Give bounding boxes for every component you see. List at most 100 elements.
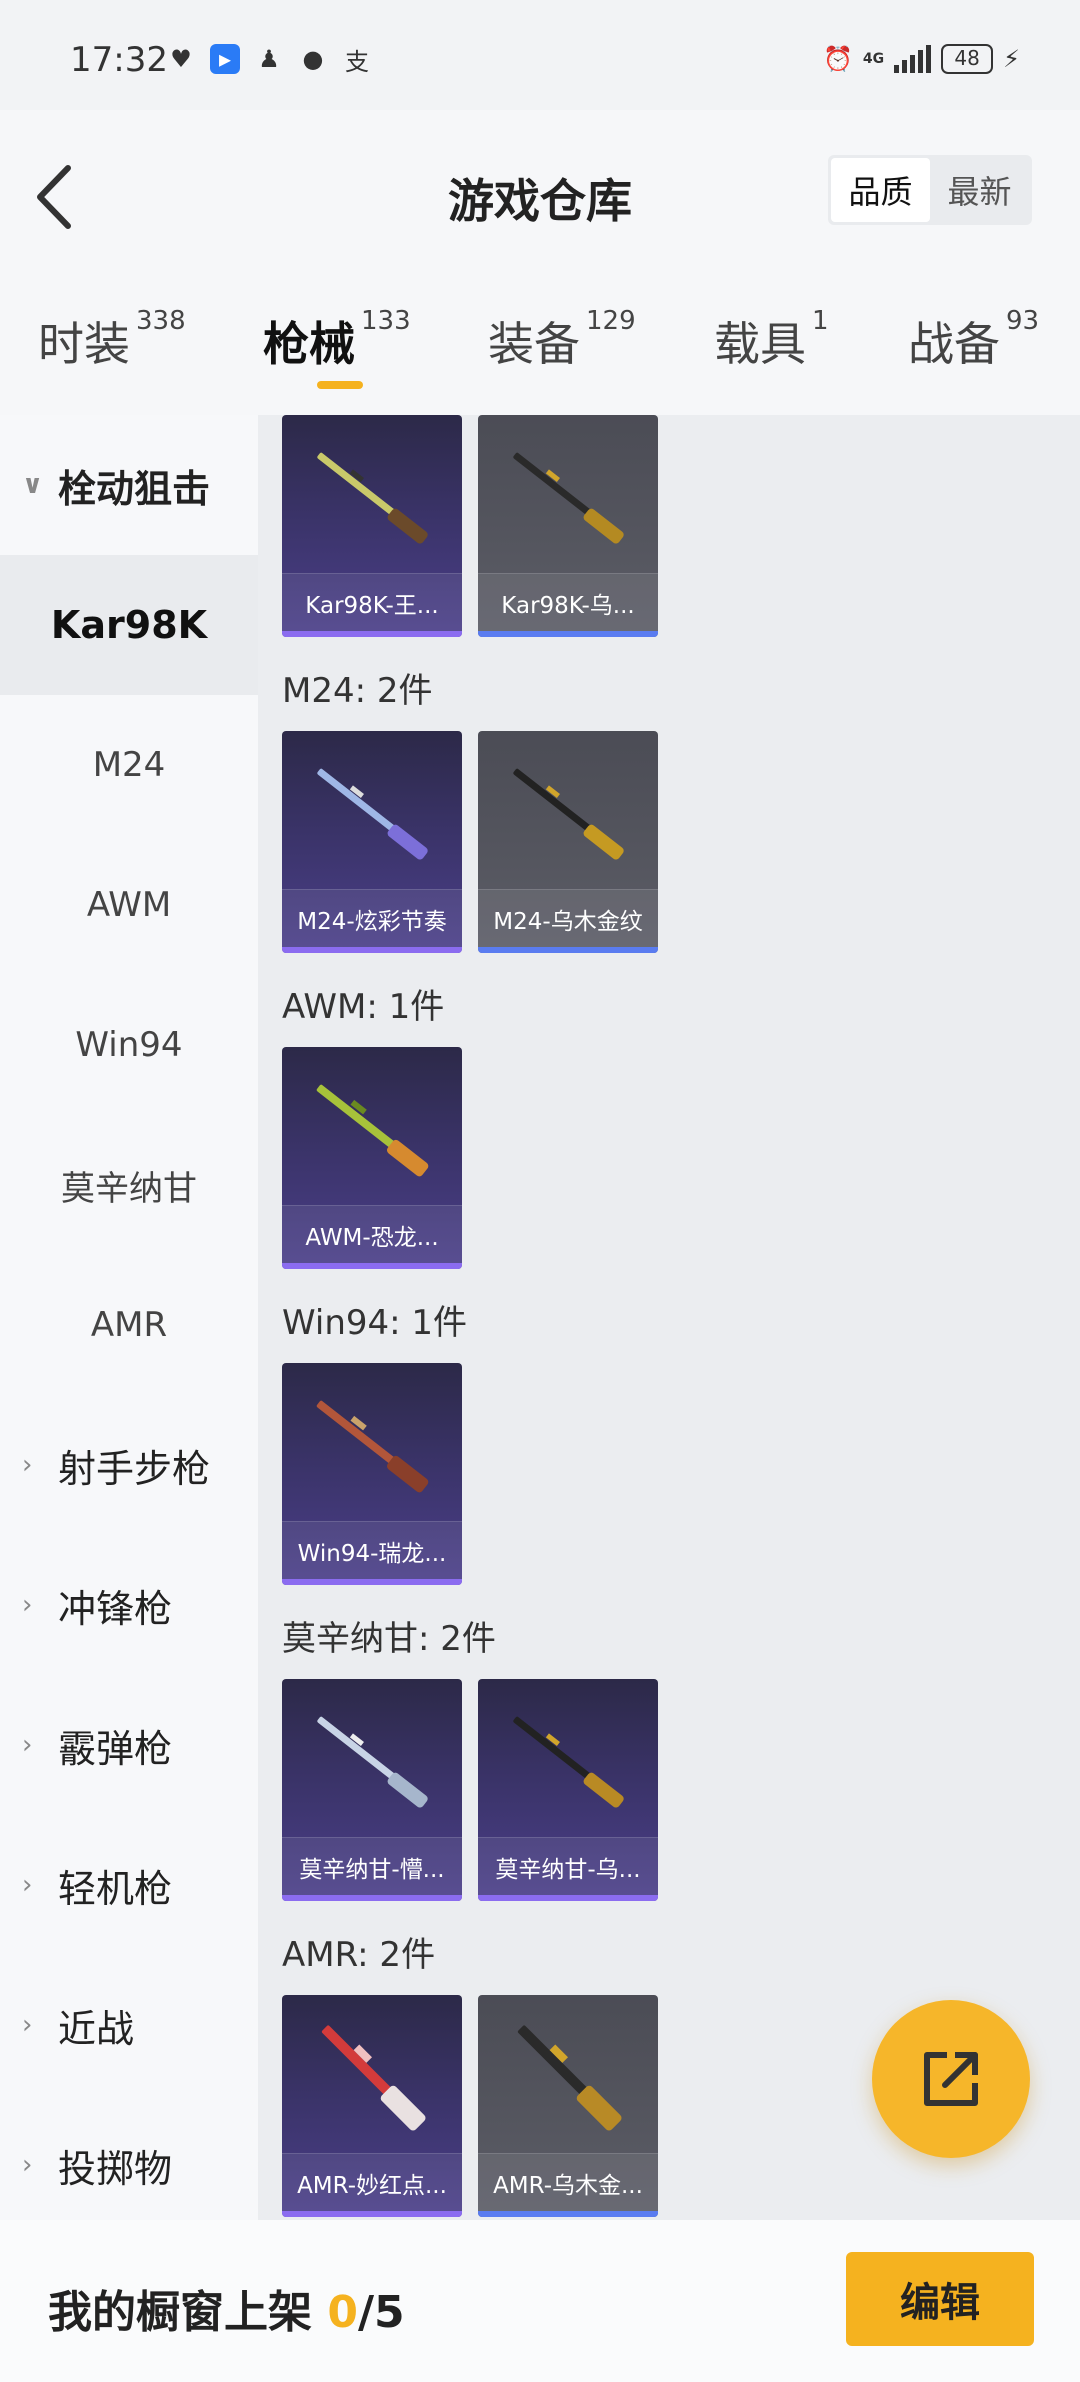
sort-quality-button[interactable]: 品质	[831, 158, 930, 222]
rarity-bar	[282, 631, 462, 637]
item-card-amr-2[interactable]: AMR-乌木金...	[478, 1995, 658, 2217]
showcase-current: 0	[327, 2287, 358, 2338]
sidebar-item-mosin[interactable]: 莫辛纳甘	[0, 1115, 258, 1255]
edit-button[interactable]: 编辑	[846, 2252, 1034, 2346]
chevron-right-icon: ›	[22, 1450, 33, 1480]
section-label-win94: Win94: 1件	[282, 1303, 468, 1343]
sidebar-group-lmg[interactable]: › 轻机枪	[0, 1815, 258, 1955]
sidebar-item-label: 霰弹枪	[58, 1726, 173, 1771]
sidebar-group-bolt-action[interactable]: ∨ 栓动狙击	[0, 415, 258, 555]
sidebar-item-label: 近战	[58, 2006, 135, 2051]
section-label-amr: AMR: 2件	[282, 1935, 436, 1975]
rifle-icon	[513, 452, 624, 544]
tab-count: 338	[136, 306, 186, 336]
item-card-mosin-1[interactable]: 莫辛纳甘-懵...	[282, 1679, 462, 1901]
tab-count: 129	[586, 306, 636, 336]
item-card-amr-1[interactable]: AMR-妙红点...	[282, 1995, 462, 2217]
rarity-bar	[282, 1895, 462, 1901]
rifle-icon	[317, 452, 428, 544]
alipay-icon: 支	[345, 47, 369, 76]
chevron-right-icon: ›	[22, 1870, 33, 1900]
heart-icon: ♥	[170, 45, 192, 73]
tab-count: 1	[812, 306, 829, 336]
tab-count: 133	[361, 306, 411, 336]
chevron-right-icon: ›	[22, 1730, 33, 1760]
rifle-icon	[513, 1716, 624, 1808]
sidebar-item-label: 轻机枪	[58, 1866, 173, 1911]
section-label-mosin: 莫辛纳甘: 2件	[282, 1619, 496, 1659]
sidebar-group-smg[interactable]: › 冲锋枪	[0, 1535, 258, 1675]
status-notification-icons: ♥ ▸ ♟ ● 支	[166, 44, 372, 76]
tab-weapons[interactable]: 枪械 133	[263, 306, 411, 374]
rifle-icon	[317, 768, 428, 860]
item-card-win94-1[interactable]: Win94-瑞龙...	[282, 1363, 462, 1585]
showcase-count: 我的橱窗上架 0/5	[48, 2276, 405, 2340]
chevron-right-icon: ›	[22, 2150, 33, 2180]
charging-icon: ⚡	[1003, 45, 1020, 73]
status-time: 17:32	[70, 40, 168, 80]
showcase-label: 我的橱窗上架	[48, 2287, 328, 2338]
sidebar-group-throwables[interactable]: › 投掷物	[0, 2095, 258, 2235]
sidebar-group-shotgun[interactable]: › 霰弹枪	[0, 1675, 258, 1815]
item-card-m24-1[interactable]: M24-炫彩节奏	[282, 731, 462, 953]
section-label-awm: AWM: 1件	[282, 987, 445, 1027]
sidebar-item-label: AWM	[86, 885, 172, 925]
rifle-icon	[321, 2025, 426, 2131]
sidebar-item-amr[interactable]: AMR	[0, 1255, 258, 1395]
item-name: 莫辛纳甘-懵...	[282, 1837, 462, 1895]
active-tab-indicator	[317, 381, 363, 389]
rarity-bar	[478, 1895, 658, 1901]
rarity-bar	[478, 2211, 658, 2217]
sidebar-item-label: Win94	[75, 1025, 183, 1065]
item-name: Win94-瑞龙...	[282, 1521, 462, 1579]
item-card-kar98k-1[interactable]: Kar98K-王...	[282, 415, 462, 637]
rifle-icon	[513, 768, 624, 860]
rarity-bar	[282, 1579, 462, 1585]
sort-latest-button[interactable]: 最新	[930, 158, 1029, 222]
sidebar-item-win94[interactable]: Win94	[0, 975, 258, 1115]
tab-equipment[interactable]: 装备 129	[488, 306, 636, 374]
rifle-icon	[317, 1716, 428, 1808]
sidebar-item-label: 投掷物	[58, 2146, 173, 2191]
sidebar-item-label: AMR	[90, 1305, 168, 1345]
rarity-bar	[282, 1263, 462, 1269]
sidebar-item-awm[interactable]: AWM	[0, 835, 258, 975]
chevron-down-icon: ∨	[22, 470, 44, 500]
tab-vehicles[interactable]: 载具 1	[714, 306, 829, 374]
sidebar-item-label: M24	[92, 745, 166, 785]
chevron-right-icon: ›	[22, 1590, 33, 1620]
share-icon	[924, 2052, 978, 2106]
rarity-bar	[282, 947, 462, 953]
share-button[interactable]	[872, 2000, 1030, 2158]
tab-label: 枪械	[263, 317, 355, 371]
tab-supplies[interactable]: 战备 93	[908, 306, 1039, 374]
item-card-m24-2[interactable]: M24-乌木金纹	[478, 731, 658, 953]
battery-icon: 48	[941, 44, 994, 74]
status-system-icons: ⏰ 4G 48 ⚡	[823, 44, 1020, 74]
rifle-icon	[517, 2025, 622, 2131]
tab-label: 战备	[908, 317, 1000, 371]
qq-icon: ♟	[258, 45, 280, 73]
item-grid: Kar98K-王... Kar98K-乌... M24: 2件 M24-炫彩节奏…	[258, 415, 1080, 2220]
sidebar-group-marksman[interactable]: › 射手步枪	[0, 1395, 258, 1535]
sidebar-item-m24[interactable]: M24	[0, 695, 258, 835]
header: 游戏仓库 品质 最新	[0, 110, 1080, 280]
sidebar-group-melee[interactable]: › 近战	[0, 1955, 258, 2095]
rifle-icon	[316, 1400, 429, 1493]
section-label-m24: M24: 2件	[282, 671, 433, 711]
item-name: Kar98K-乌...	[478, 573, 658, 631]
item-card-mosin-2[interactable]: 莫辛纳甘-乌...	[478, 1679, 658, 1901]
sidebar-item-label: Kar98K	[50, 603, 208, 647]
item-card-kar98k-2[interactable]: Kar98K-乌...	[478, 415, 658, 637]
sidebar-item-kar98k[interactable]: Kar98K	[0, 555, 258, 695]
rarity-bar	[478, 631, 658, 637]
rarity-bar	[282, 2211, 462, 2217]
network-type-label: 4G	[862, 51, 885, 67]
item-name: M24-炫彩节奏	[282, 889, 462, 947]
sidebar-item-label: 栓动狙击	[58, 466, 211, 511]
sidebar-item-label: 冲锋枪	[58, 1586, 173, 1631]
tab-label: 装备	[488, 317, 580, 371]
item-card-awm-1[interactable]: AWM-恐龙...	[282, 1047, 462, 1269]
bottom-bar: 我的橱窗上架 0/5 编辑	[0, 2220, 1080, 2382]
tab-fashion[interactable]: 时装 338	[38, 306, 186, 374]
